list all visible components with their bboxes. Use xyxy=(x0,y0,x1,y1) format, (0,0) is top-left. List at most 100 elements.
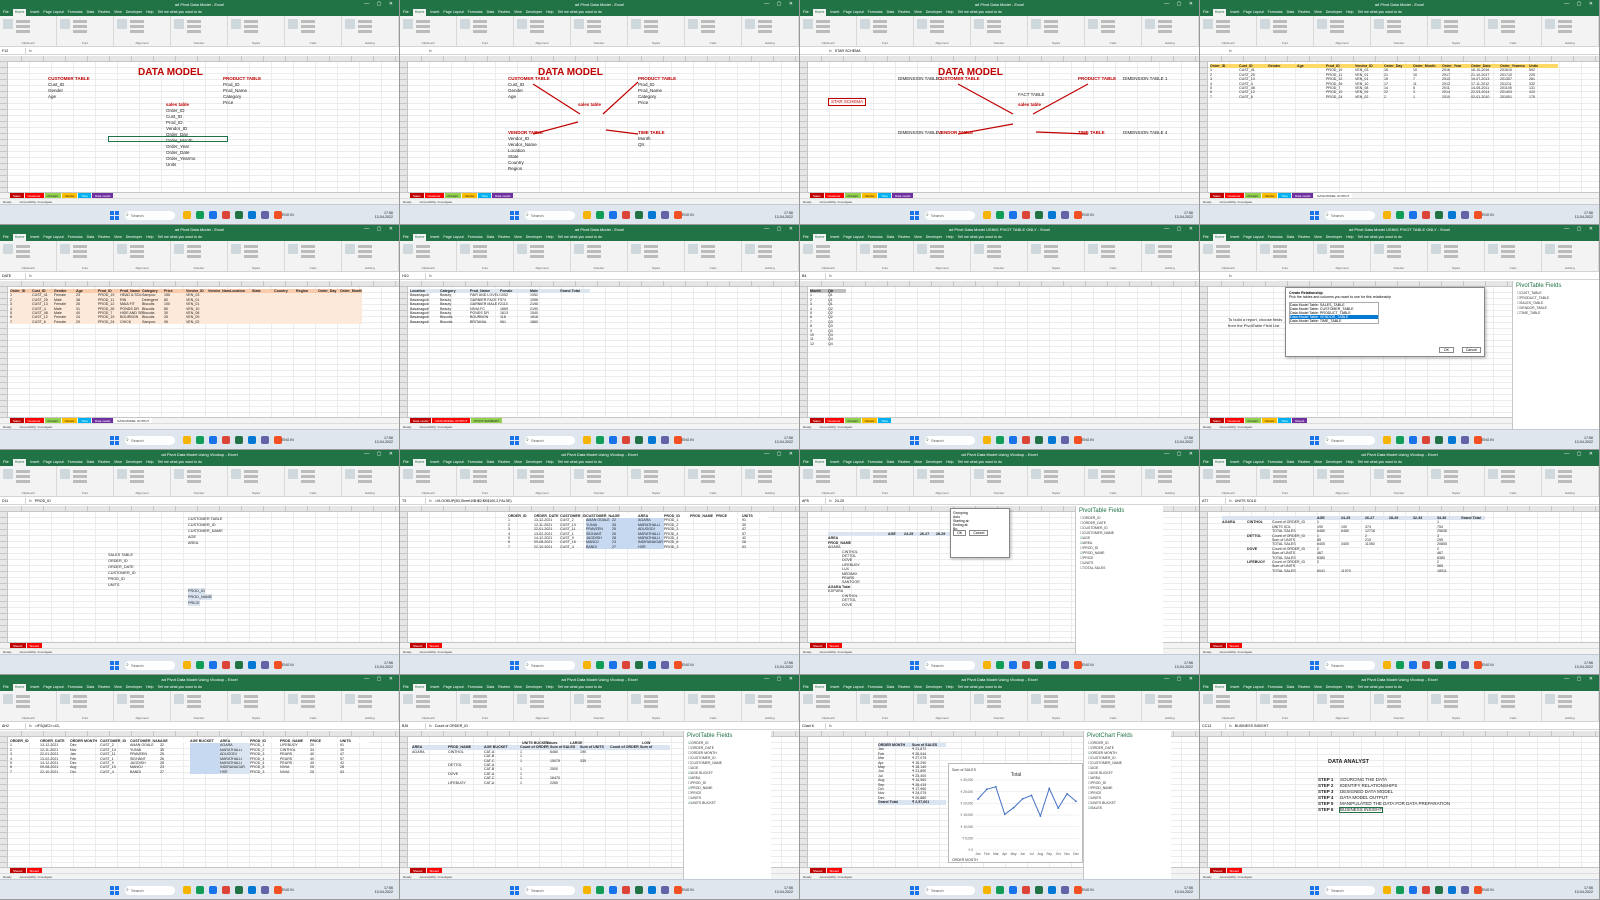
ribbon-tab-developer[interactable]: Developer xyxy=(526,459,542,466)
ribbon-tab-home[interactable]: Home xyxy=(812,459,827,466)
taskbar-app-icon[interactable] xyxy=(1009,886,1017,894)
table-cell[interactable]: 7 xyxy=(1210,95,1239,99)
windows-start-icon[interactable] xyxy=(110,210,119,220)
column-header[interactable]: Region xyxy=(296,289,318,293)
worksheet-grid[interactable]: AGE 24-25 26-27 28-29 32-33 34-36 Grand Total A… xyxy=(1208,512,1599,642)
taskbar-search[interactable]: Search xyxy=(1325,885,1375,895)
ribbon-tab-insert[interactable]: Insert xyxy=(30,459,39,466)
taskbar-search[interactable]: Search xyxy=(525,660,575,670)
ribbon-group-cells[interactable]: Cells xyxy=(1485,466,1542,496)
table-cell[interactable]: 175 xyxy=(1529,95,1558,99)
column-header[interactable]: Location xyxy=(230,289,252,293)
table-cell[interactable]: 7 xyxy=(10,320,32,324)
taskbar-app-icon[interactable] xyxy=(609,211,617,219)
taskbar-app-icon[interactable] xyxy=(1448,436,1456,444)
column-header[interactable]: Order_Day xyxy=(318,289,340,293)
taskbar-app-icon[interactable] xyxy=(1383,886,1391,894)
taskbar-clock[interactable]: 17:56 13-04-2022 xyxy=(775,661,793,670)
ribbon-tab-file[interactable]: File xyxy=(1203,234,1209,241)
ok-button[interactable]: OK xyxy=(1438,347,1454,353)
table-cell[interactable]: 7 xyxy=(10,770,40,774)
ribbon-group-editing[interactable]: Editing xyxy=(342,466,399,496)
table-cell[interactable]: 53 xyxy=(742,545,768,549)
ribbon-tab-page-layout[interactable]: Page Layout xyxy=(443,459,463,466)
taskbar-app-icon[interactable] xyxy=(1022,886,1030,894)
table-cell[interactable]: CUST_6 xyxy=(32,320,54,324)
taskbar-app-icon[interactable] xyxy=(1035,661,1043,669)
taskbar-app-icon[interactable] xyxy=(648,886,656,894)
pivot-col-label[interactable]: AGE xyxy=(888,532,904,536)
ribbon-tab-data[interactable]: Data xyxy=(887,234,895,241)
tell-me-search[interactable]: Tell me what you want to do xyxy=(157,684,201,691)
ribbon-group-clipboard[interactable]: Clipboard xyxy=(400,241,457,271)
taskbar-app-icon[interactable] xyxy=(1461,886,1469,894)
ribbon-tab-data[interactable]: Data xyxy=(1287,684,1295,691)
ribbon-tab-page-layout[interactable]: Page Layout xyxy=(1243,459,1263,466)
ribbon-tab-formulas[interactable]: Formulas xyxy=(1268,459,1283,466)
taskbar-app-icon[interactable] xyxy=(274,436,282,444)
taskbar-app-icon[interactable] xyxy=(1422,436,1430,444)
taskbar-app-icon[interactable] xyxy=(1061,211,1069,219)
data-table[interactable]: Location Category Prod_Name Female Male Grand… xyxy=(410,289,590,324)
ribbon-tab-review[interactable]: Review xyxy=(1298,684,1310,691)
row-headers[interactable] xyxy=(800,737,808,867)
ribbon-tab-file[interactable]: File xyxy=(403,9,409,16)
taskbar-app-icon[interactable] xyxy=(235,886,243,894)
table-cell[interactable]: 95 xyxy=(164,320,186,324)
ribbon-group-styles[interactable]: Styles xyxy=(628,466,685,496)
ribbon-tab-formulas[interactable]: Formulas xyxy=(468,684,483,691)
table-cell[interactable]: CUST_4 xyxy=(100,770,130,774)
ribbon-group-editing[interactable]: Editing xyxy=(342,691,399,721)
ribbon-tab-file[interactable]: File xyxy=(803,234,809,241)
ribbon-tab-view[interactable]: View xyxy=(1314,684,1322,691)
tell-me-search[interactable]: Tell me what you want to do xyxy=(1357,684,1401,691)
taskbar-app-icon[interactable] xyxy=(1474,886,1482,894)
table-cell[interactable]: 1 xyxy=(1413,95,1442,99)
tell-me-search[interactable]: Tell me what you want to do xyxy=(557,684,601,691)
taskbar-app-icon[interactable] xyxy=(183,436,191,444)
ribbon-group-editing[interactable]: Editing xyxy=(1142,241,1199,271)
formula-input[interactable]: Count of ORDER_ID xyxy=(435,724,468,728)
column-header[interactable]: Country xyxy=(274,289,296,293)
language-indicator[interactable]: ENG IN xyxy=(1082,438,1094,443)
data-table[interactable]: ORDER_ID ORDER_DATE CUSTOMER_ID CUSTOMER_N A… xyxy=(508,514,768,550)
pivot-row[interactable]: TOTAL SALES 6041 11970 18011 xyxy=(1222,569,1485,573)
ribbon-tab-view[interactable]: View xyxy=(1314,234,1322,241)
row-headers[interactable] xyxy=(400,287,408,417)
ribbon-tab-home[interactable]: Home xyxy=(1212,684,1227,691)
ribbon-tab-file[interactable]: File xyxy=(803,459,809,466)
ribbon-tab-view[interactable]: View xyxy=(914,9,922,16)
ribbon-tab-formulas[interactable]: Formulas xyxy=(68,459,83,466)
ribbon-tab-formulas[interactable]: Formulas xyxy=(868,234,883,241)
formula-input[interactable]: 24-25 xyxy=(835,499,844,503)
taskbar-app-icon[interactable] xyxy=(648,211,656,219)
taskbar-app-icon[interactable] xyxy=(622,886,630,894)
taskbar-app-icon[interactable] xyxy=(1022,661,1030,669)
ribbon-tab-page-layout[interactable]: Page Layout xyxy=(43,9,63,16)
taskbar-search[interactable]: Search xyxy=(1325,660,1375,670)
ribbon-tab-formulas[interactable]: Formulas xyxy=(868,9,883,16)
window-controls[interactable]: — ▢ ✕ xyxy=(1564,0,1596,9)
formula-input[interactable]: =IFS(AE2<=43, xyxy=(35,724,60,728)
taskbar-app-icon[interactable] xyxy=(1396,661,1404,669)
taskbar-clock[interactable]: 17:56 13-04-2022 xyxy=(375,211,393,220)
window-controls[interactable]: — ▢ ✕ xyxy=(1164,450,1196,459)
formula-bar[interactable]: Chart 6 fx xyxy=(800,723,1199,730)
name-box[interactable]: Chart 6 xyxy=(800,723,826,730)
taskbar-app-icon[interactable] xyxy=(1435,436,1443,444)
taskbar-clock[interactable]: 17:56 13-04-2022 xyxy=(1575,661,1593,670)
name-box[interactable]: H10 xyxy=(400,273,426,280)
ribbon-tab-file[interactable]: File xyxy=(803,684,809,691)
ribbon-tab-insert[interactable]: Insert xyxy=(830,234,839,241)
ribbon-group-styles[interactable]: Styles xyxy=(1428,16,1485,46)
ribbon-group-alignment[interactable]: Alignment xyxy=(114,466,171,496)
ribbon-tab-view[interactable]: View xyxy=(114,459,122,466)
taskbar-app-icon[interactable] xyxy=(609,886,617,894)
taskbar-app-icon[interactable] xyxy=(1422,886,1430,894)
ribbon-group-cells[interactable]: Cells xyxy=(1085,241,1142,271)
table-cell[interactable]: 25 xyxy=(310,770,340,774)
table-cell[interactable]: VEN_02 xyxy=(186,320,208,324)
ribbon-tab-page-layout[interactable]: Page Layout xyxy=(43,234,63,241)
taskbar-app-icon[interactable] xyxy=(222,661,230,669)
ribbon-tab-file[interactable]: File xyxy=(1203,459,1209,466)
